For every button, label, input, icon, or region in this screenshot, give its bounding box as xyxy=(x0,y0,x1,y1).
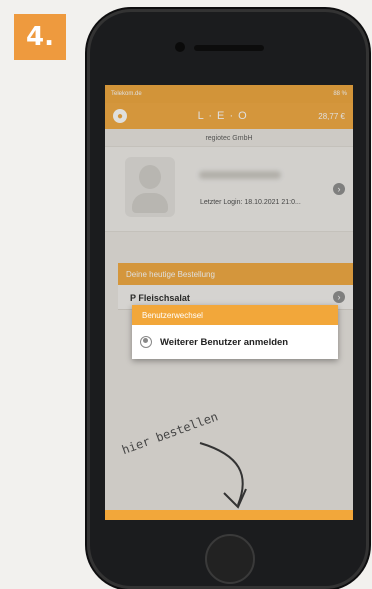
arrow-down-icon xyxy=(199,442,247,509)
front-camera xyxy=(175,42,185,52)
home-button[interactable] xyxy=(205,534,255,584)
add-user-option[interactable]: Weiterer Benutzer anmelden xyxy=(132,325,338,359)
user-switch-dialog: Benutzerwechsel Weiterer Benutzer anmeld… xyxy=(132,305,338,359)
earpiece-speaker xyxy=(194,45,264,51)
step-number-badge: 4. xyxy=(14,14,66,60)
dialog-title: Benutzerwechsel xyxy=(132,305,338,325)
account-circle-icon xyxy=(140,336,152,348)
add-user-option-label: Weiterer Benutzer anmelden xyxy=(160,336,289,348)
